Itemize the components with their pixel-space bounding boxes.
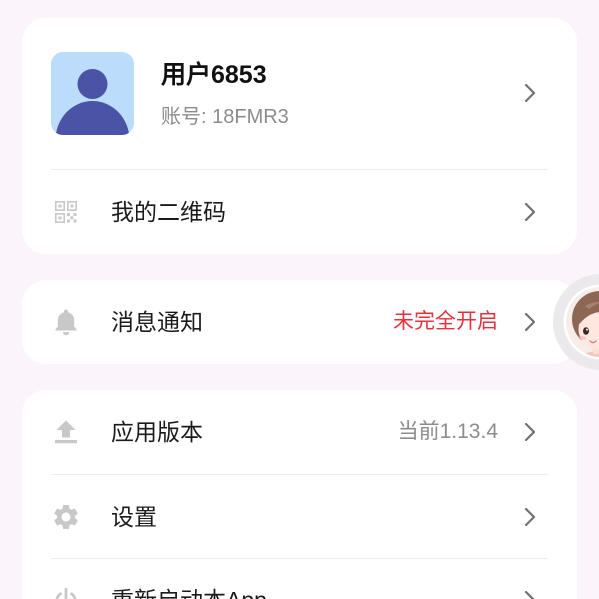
floating-assistant-button[interactable] (553, 272, 599, 372)
notification-card: 消息通知 未完全开启 (22, 280, 577, 364)
power-icon (51, 585, 81, 599)
upload-icon (51, 417, 81, 447)
notification-status: 未完全开启 (393, 310, 498, 333)
chevron-right-icon (524, 507, 536, 526)
menu-item-restart-app[interactable]: 重新启动本App (22, 558, 577, 599)
profile-header[interactable]: 用户6853 账号: 18FMR3 (22, 18, 577, 169)
profile-settings-screen: 用户6853 账号: 18FMR3 我的二维码 消息通知 未完全开启 应用版本 … (0, 0, 599, 599)
menu-item-label: 消息通知 (111, 309, 203, 335)
chevron-right-icon (522, 588, 538, 599)
menu-item-label: 我的二维码 (111, 199, 226, 225)
app-card: 应用版本 当前1.13.4 设置 (22, 390, 577, 599)
app-version-value: 当前1.13.4 (397, 420, 498, 443)
menu-item-label: 应用版本 (111, 419, 203, 445)
menu-item-notifications[interactable]: 消息通知 未完全开启 (22, 280, 577, 364)
profile-card: 用户6853 账号: 18FMR3 我的二维码 (22, 18, 577, 254)
assistant-avatar-icon (553, 274, 599, 370)
menu-item-qr-code[interactable]: 我的二维码 (22, 170, 577, 254)
chevron-right-icon (524, 312, 536, 332)
gear-icon (51, 502, 81, 532)
default-user-avatar-icon (51, 52, 134, 135)
menu-item-settings[interactable]: 设置 (22, 475, 577, 558)
user-name: 用户6853 (161, 61, 267, 89)
menu-item-label: 重新启动本App (111, 587, 267, 599)
qr-code-icon (51, 197, 81, 227)
chevron-right-icon (524, 422, 536, 442)
chevron-right-icon (524, 83, 536, 103)
menu-item-app-version[interactable]: 应用版本 当前1.13.4 (22, 390, 577, 474)
account-id: 账号: 18FMR3 (161, 106, 289, 128)
bell-icon (51, 307, 81, 337)
menu-item-label: 设置 (111, 503, 157, 530)
chevron-right-icon (524, 202, 536, 222)
